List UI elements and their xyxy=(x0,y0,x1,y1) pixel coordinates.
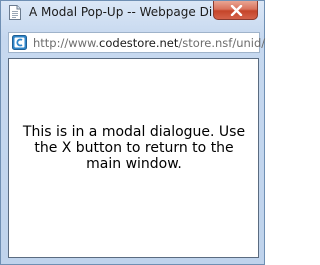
content-area: This is in a modal dialogue. Use the X b… xyxy=(8,58,259,258)
modal-message: This is in a modal dialogue. Use the X b… xyxy=(22,124,246,172)
close-icon xyxy=(230,5,243,16)
site-favicon-icon xyxy=(12,35,27,50)
close-button[interactable] xyxy=(213,1,258,20)
address-bar: http://www.codestore.net/store.nsf/unid/ xyxy=(8,32,265,53)
address-url: http://www.codestore.net/store.nsf/unid/ xyxy=(33,36,266,50)
window-title: A Modal Pop-Up -- Webpage Di... xyxy=(29,5,224,19)
modal-dialog-window: A Modal Pop-Up -- Webpage Di... http://w… xyxy=(0,0,265,265)
document-icon xyxy=(9,5,21,20)
title-bar[interactable]: A Modal Pop-Up -- Webpage Di... xyxy=(1,1,264,25)
